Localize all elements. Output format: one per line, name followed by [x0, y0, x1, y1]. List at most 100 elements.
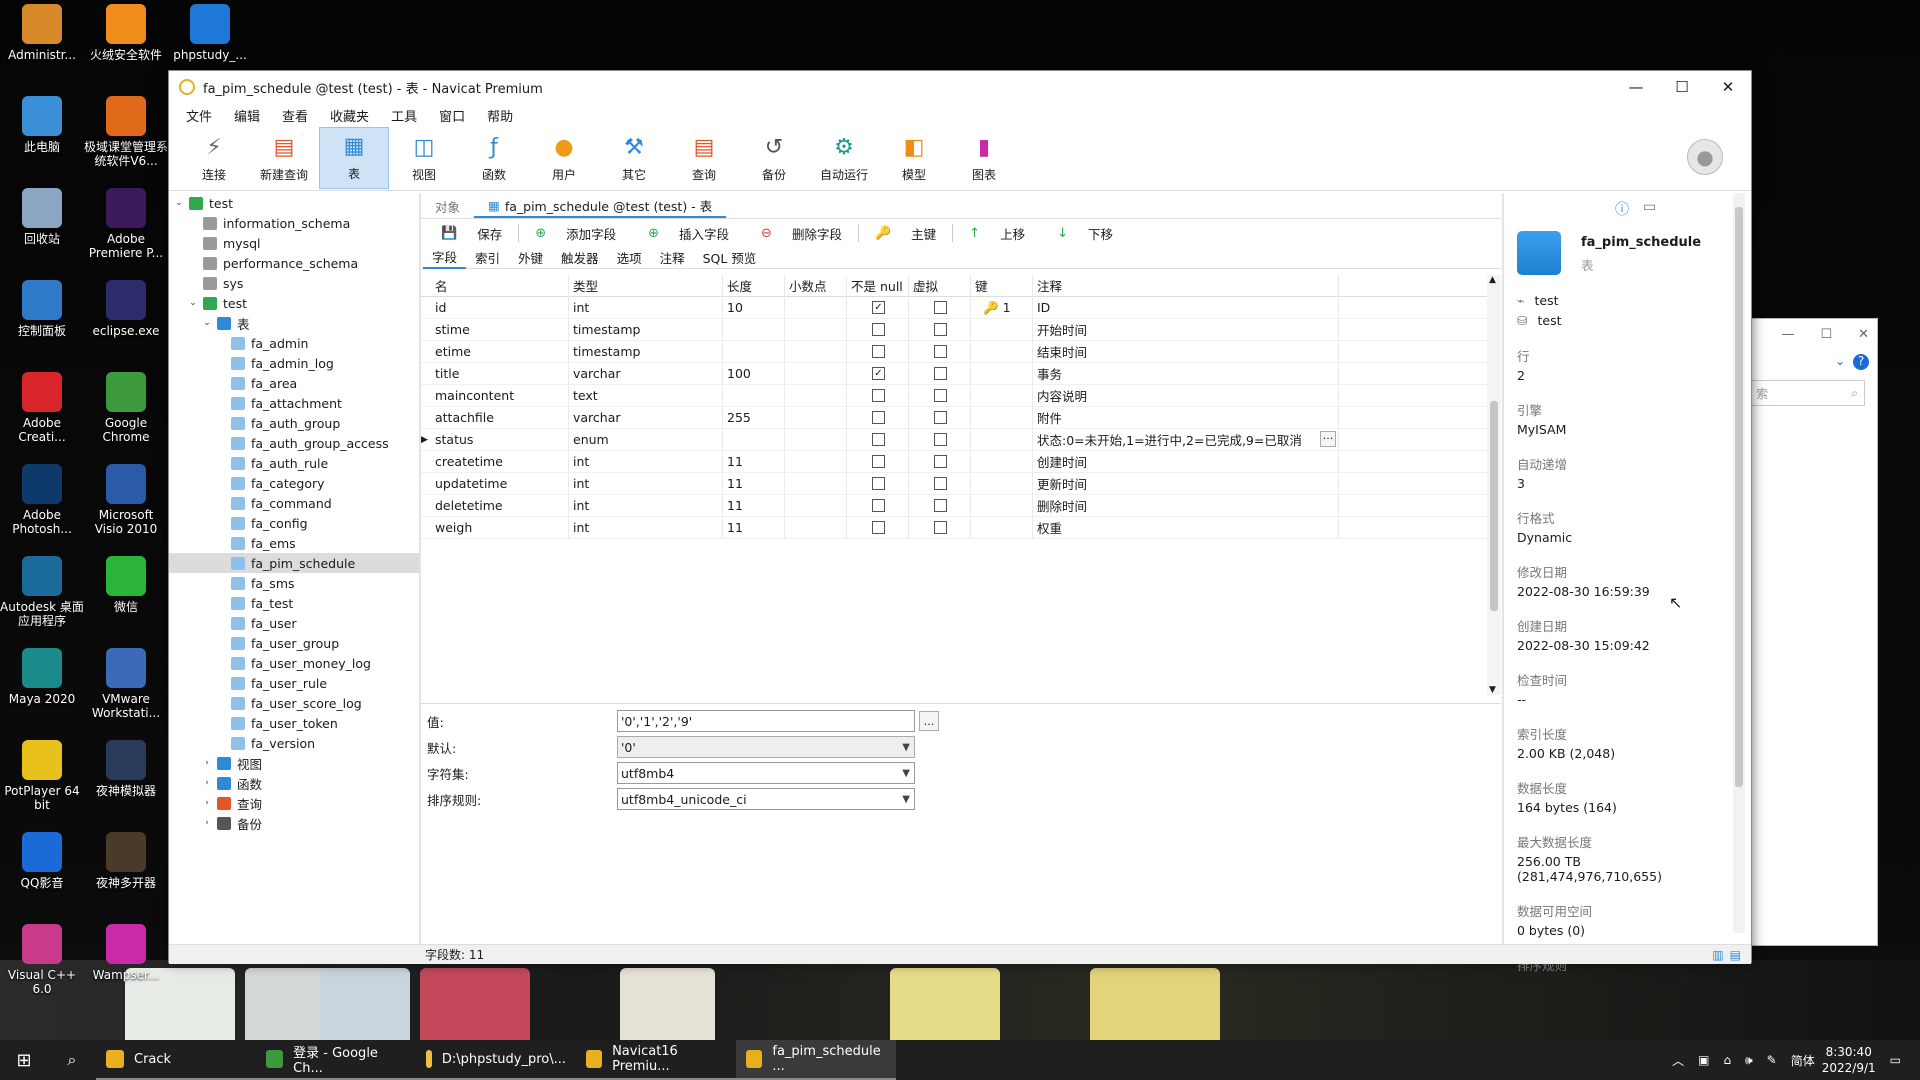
wifi-icon[interactable]: ⌂ — [1723, 1053, 1731, 1067]
cell-notnull[interactable] — [847, 450, 909, 473]
notnull-checkbox[interactable] — [872, 411, 885, 424]
cell-type[interactable]: int — [569, 494, 723, 517]
taskbar-item[interactable]: Crack — [96, 1040, 256, 1080]
tree-table-item[interactable]: fa_area — [169, 373, 419, 393]
cell-comment[interactable]: ID — [1033, 296, 1339, 319]
toolbar-plug-button[interactable]: ⚡ 连接 — [179, 127, 249, 189]
cell-length[interactable]: 100 — [723, 362, 785, 385]
tree-table-item[interactable]: fa_ems — [169, 533, 419, 553]
cell-notnull[interactable]: ✓ — [847, 362, 909, 385]
tree-table-item[interactable]: fa_attachment — [169, 393, 419, 413]
menu-item[interactable]: 窗口 — [428, 106, 476, 125]
tree-database-active[interactable]: ⌄ test — [169, 293, 419, 313]
cell-key[interactable] — [971, 494, 1033, 517]
ime-label[interactable]: 简体 — [1791, 1052, 1815, 1069]
cell-comment[interactable]: 结束时间 — [1033, 340, 1339, 363]
cell-comment[interactable]: 删除时间 — [1033, 494, 1339, 517]
virtual-checkbox[interactable] — [934, 455, 947, 468]
field-row[interactable]: attachfile varchar 255 附件 — [421, 406, 1501, 429]
tab-table-design[interactable]: ▦ fa_pim_schedule @test (test) - 表 — [474, 194, 727, 218]
virtual-checkbox[interactable] — [934, 389, 947, 402]
cell-length[interactable]: 11 — [723, 450, 785, 473]
desktop-icon[interactable]: Adobe Premiere P... — [84, 184, 168, 276]
desktop-icon[interactable]: 控制面板 — [0, 276, 84, 368]
charset-select[interactable]: utf8mb4 ▼ — [617, 762, 915, 784]
cell-name[interactable]: createtime — [431, 450, 569, 473]
cell-decimals[interactable] — [785, 362, 847, 385]
cell-name[interactable]: weigh — [431, 516, 569, 539]
virtual-checkbox[interactable] — [934, 323, 947, 336]
designer-button[interactable]: ⊕ 插入字段 — [632, 224, 745, 243]
cell-notnull[interactable] — [847, 318, 909, 341]
notnull-checkbox[interactable] — [872, 455, 885, 468]
tree-table-item[interactable]: fa_admin — [169, 333, 419, 353]
cell-comment[interactable]: 事务 — [1033, 362, 1339, 385]
cell-virtual[interactable] — [909, 494, 971, 517]
tree-table-item[interactable]: fa_auth_group — [169, 413, 419, 433]
toolbar-view-button[interactable]: ◫ 视图 — [389, 127, 459, 189]
desktop-icon[interactable]: Microsoft Visio 2010 — [84, 460, 168, 552]
column-header-length[interactable]: 长度 — [723, 274, 785, 297]
field-row[interactable]: title varchar 100 ✓ 事务 — [421, 362, 1501, 385]
cell-decimals[interactable] — [785, 384, 847, 407]
notnull-checkbox[interactable]: ✓ — [872, 367, 885, 380]
toolbar-robot-button[interactable]: ⚙ 自动运行 — [809, 127, 879, 189]
info-icon[interactable]: ⓘ — [1615, 199, 1629, 219]
desktop-icon[interactable]: 回收站 — [0, 184, 84, 276]
cell-key[interactable] — [971, 362, 1033, 385]
field-row[interactable]: createtime int 11 创建时间 — [421, 450, 1501, 473]
volume-icon[interactable]: 🕪 — [1745, 1053, 1753, 1068]
cell-type[interactable]: int — [569, 516, 723, 539]
notnull-checkbox[interactable] — [872, 521, 885, 534]
designer-button[interactable]: ↓ 下移 — [1041, 224, 1129, 243]
cell-comment[interactable]: 更新时间 — [1033, 472, 1339, 495]
tray-chevron-icon[interactable]: ︿ — [1672, 1052, 1684, 1069]
column-header-key[interactable]: 键 — [971, 274, 1033, 297]
virtual-checkbox[interactable] — [934, 477, 947, 490]
cell-decimals[interactable] — [785, 318, 847, 341]
desktop-icon[interactable]: Adobe Creati... — [0, 368, 84, 460]
tree-table-item[interactable]: fa_auth_rule — [169, 453, 419, 473]
designer-button[interactable]: ↑ 上移 — [953, 224, 1041, 243]
menu-item[interactable]: 编辑 — [223, 106, 271, 125]
column-header-comment[interactable]: 注释 — [1033, 274, 1339, 297]
field-row[interactable]: updatetime int 11 更新时间 — [421, 472, 1501, 495]
cell-virtual[interactable] — [909, 318, 971, 341]
toolbar-model-button[interactable]: ◧ 模型 — [879, 127, 949, 189]
inner-tab[interactable]: SQL 预览 — [694, 247, 766, 269]
inner-tab[interactable]: 字段 — [423, 247, 467, 269]
tree-group[interactable]: › 查询 — [169, 793, 419, 813]
maximize-button[interactable]: ☐ — [1659, 71, 1705, 103]
tree-connection[interactable]: ⌄ test — [169, 193, 419, 213]
notnull-checkbox[interactable] — [872, 323, 885, 336]
cell-name[interactable]: maincontent — [431, 384, 569, 407]
cell-name[interactable]: title — [431, 362, 569, 385]
cell-key[interactable] — [971, 384, 1033, 407]
cell-virtual[interactable] — [909, 450, 971, 473]
chevron-icon[interactable]: › — [201, 758, 213, 768]
field-row[interactable]: stime timestamp 开始时间 — [421, 318, 1501, 341]
comment-edit-button[interactable]: ··· — [1320, 430, 1336, 447]
taskbar-item[interactable]: Navicat16 Premiu... — [576, 1040, 736, 1080]
cell-decimals[interactable] — [785, 516, 847, 539]
cell-notnull[interactable] — [847, 516, 909, 539]
background-window[interactable]: — ☐ ✕ ⌄ ? 索 ⌕ — [1750, 318, 1878, 946]
column-header-name[interactable]: 名 — [431, 274, 569, 297]
desktop-icon[interactable]: Administr... — [0, 0, 84, 92]
virtual-checkbox[interactable] — [934, 433, 947, 446]
tree-database[interactable]: mysql — [169, 233, 419, 253]
notnull-checkbox[interactable] — [872, 477, 885, 490]
background-search-input[interactable]: 索 ⌕ — [1751, 380, 1865, 406]
menu-item[interactable]: 文件 — [175, 106, 223, 125]
cell-virtual[interactable] — [909, 406, 971, 429]
cell-decimals[interactable] — [785, 450, 847, 473]
cell-name[interactable]: status — [431, 428, 569, 451]
network-icon[interactable]: ▣ — [1698, 1053, 1709, 1067]
cell-length[interactable]: 255 — [723, 406, 785, 429]
clock[interactable]: 8:30:40 2022/9/1 — [1822, 1044, 1876, 1076]
cell-virtual[interactable] — [909, 340, 971, 363]
tree-table-item[interactable]: fa_test — [169, 593, 419, 613]
scrollbar-thumb[interactable] — [1490, 401, 1498, 611]
tree-database[interactable]: sys — [169, 273, 419, 293]
desktop-icon[interactable]: eclipse.exe — [84, 276, 168, 368]
